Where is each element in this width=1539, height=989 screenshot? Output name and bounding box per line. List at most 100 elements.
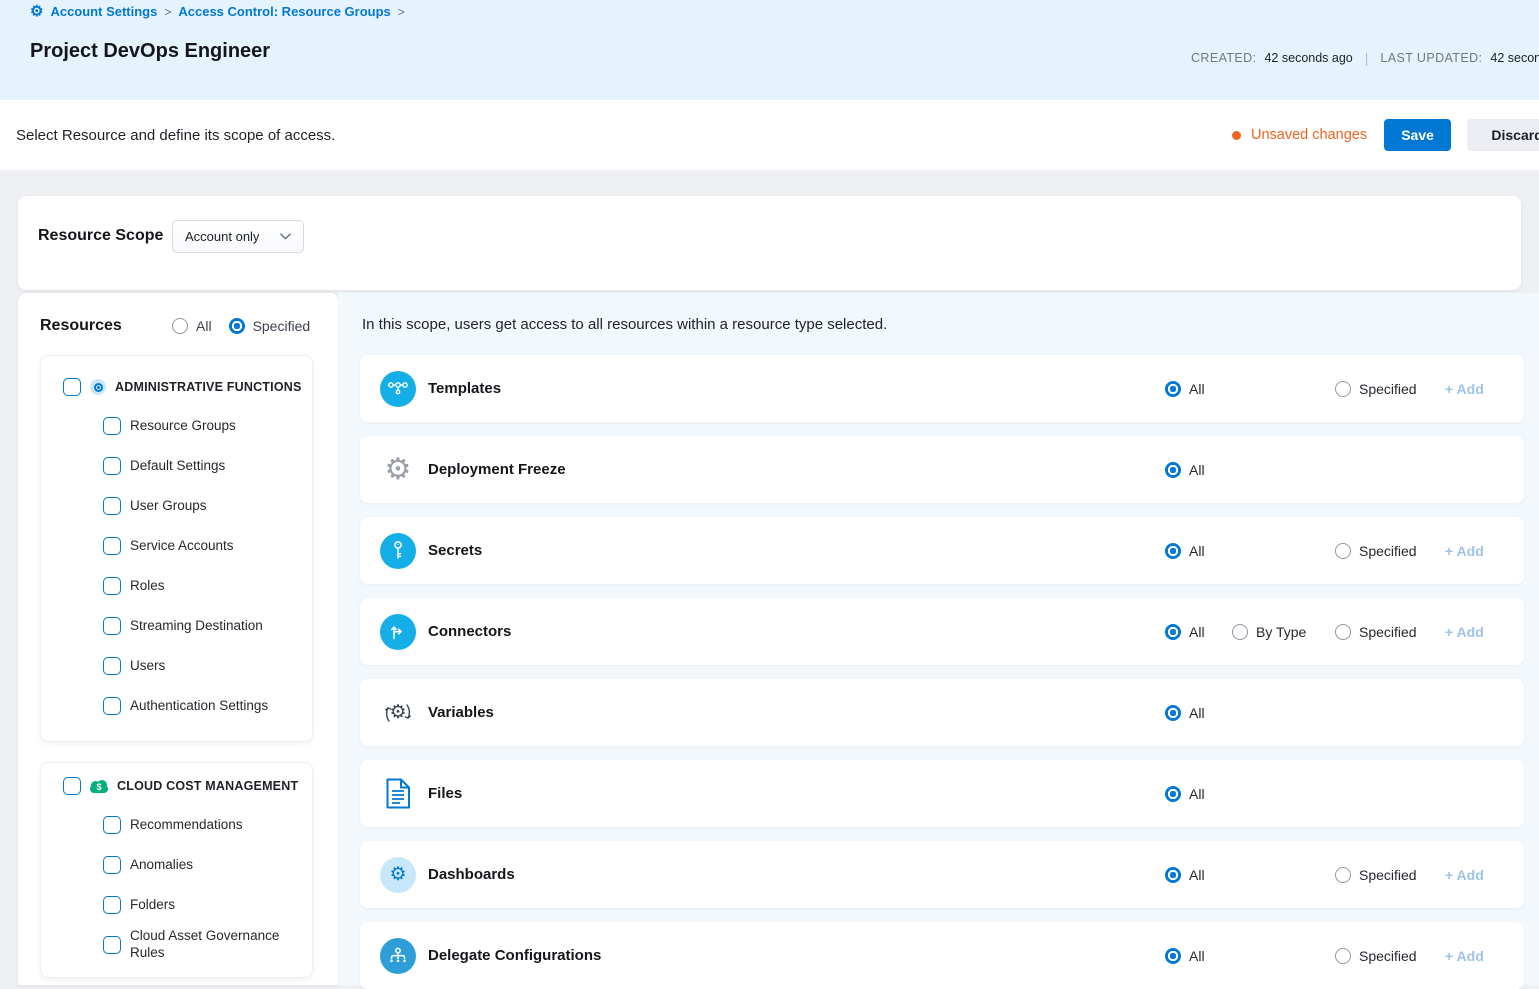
- item-checkbox[interactable]: [103, 856, 121, 874]
- resource-scope-label: Resource Scope: [38, 227, 163, 245]
- resources-sidebar: Resources All Specified ADMINISTRATIVE F…: [18, 293, 338, 985]
- group-name: CLOUD COST MANAGEMENT: [117, 779, 298, 793]
- item-checkbox[interactable]: [103, 457, 121, 475]
- sidebar-item-folders: Folders: [41, 885, 312, 925]
- item-label: Service Accounts: [130, 538, 302, 555]
- breadcrumb-account-settings[interactable]: Account Settings: [50, 4, 157, 19]
- breadcrumb-resource-groups[interactable]: Access Control: Resource Groups: [178, 4, 390, 19]
- toolbar-actions: Unsaved changes Save Discard: [1232, 119, 1539, 151]
- resource-row-secrets: Secrets All Specified + Add: [360, 517, 1524, 584]
- radio-circle-icon[interactable]: [1165, 624, 1181, 640]
- item-label: Folders: [130, 897, 302, 914]
- item-checkbox[interactable]: [103, 657, 121, 675]
- radio-circle-icon[interactable]: [1335, 624, 1351, 640]
- item-label: Authentication Settings: [130, 698, 302, 715]
- content-region: Resources All Specified ADMINISTRATIVE F…: [0, 293, 1539, 985]
- add-button[interactable]: + Add: [1445, 381, 1484, 397]
- radio-circle-icon[interactable]: [1335, 381, 1351, 397]
- add-button[interactable]: + Add: [1445, 543, 1484, 559]
- option-all[interactable]: All: [1165, 786, 1232, 802]
- resource-row-dashboards: ⚙ Dashboards All Specified + Add: [360, 841, 1524, 908]
- radio-circle-icon[interactable]: [1335, 543, 1351, 559]
- option-all[interactable]: All: [1165, 381, 1232, 397]
- files-icon: [380, 776, 416, 812]
- item-checkbox[interactable]: [103, 936, 121, 954]
- resource-types-panel: In this scope, users get access to all r…: [338, 293, 1539, 985]
- option-all[interactable]: All: [1165, 948, 1232, 964]
- sidebar-item-roles: Roles: [41, 566, 312, 606]
- item-checkbox[interactable]: [103, 417, 121, 435]
- toolbar-description: Select Resource and define its scope of …: [16, 127, 335, 144]
- item-checkbox[interactable]: [103, 896, 121, 914]
- option-by-type[interactable]: By Type: [1232, 624, 1335, 640]
- option-all-label: All: [1189, 381, 1205, 397]
- breadcrumb: ⚙ Account Settings > Access Control: Res…: [30, 4, 405, 19]
- admin-functions-icon: [90, 379, 106, 395]
- radio-circle-icon[interactable]: [1335, 867, 1351, 883]
- created-label: CREATED:: [1191, 51, 1256, 65]
- group-name: ADMINISTRATIVE FUNCTIONS: [115, 380, 302, 394]
- group-checkbox[interactable]: [63, 777, 81, 795]
- dashboards-icon: ⚙: [380, 857, 416, 893]
- radio-circle-icon[interactable]: [1165, 867, 1181, 883]
- action-toolbar: Select Resource and define its scope of …: [0, 100, 1539, 170]
- item-checkbox[interactable]: [103, 537, 121, 555]
- radio-circle-icon[interactable]: [1165, 786, 1181, 802]
- group-checkbox[interactable]: [63, 378, 81, 396]
- radio-circle-icon[interactable]: [1165, 543, 1181, 559]
- item-checkbox[interactable]: [103, 816, 121, 834]
- option-specified[interactable]: Specified: [1335, 543, 1445, 559]
- option-specified[interactable]: Specified: [1335, 948, 1445, 964]
- add-button[interactable]: + Add: [1445, 867, 1484, 883]
- option-specified[interactable]: Specified: [1335, 381, 1445, 397]
- radio-circle-icon[interactable]: [1165, 462, 1181, 478]
- option-by-type-label: By Type: [1256, 624, 1306, 640]
- item-checkbox[interactable]: [103, 617, 121, 635]
- meta-divider: |: [1361, 50, 1373, 66]
- resource-row-name: Variables: [428, 704, 494, 721]
- option-all[interactable]: All: [1165, 462, 1232, 478]
- option-all-label: All: [1189, 543, 1205, 559]
- item-checkbox[interactable]: [103, 697, 121, 715]
- group-header: $ CLOUD COST MANAGEMENT: [41, 767, 312, 805]
- option-all[interactable]: All: [1165, 867, 1232, 883]
- option-all-label: All: [1189, 786, 1205, 802]
- resource-scope-dropdown[interactable]: Account only: [172, 220, 304, 253]
- radio-circle-icon[interactable]: [1232, 624, 1248, 640]
- option-all-label: All: [1189, 705, 1205, 721]
- option-all[interactable]: All: [1165, 624, 1232, 640]
- resource-row-name: Secrets: [428, 542, 482, 559]
- radio-circle-icon[interactable]: [1165, 381, 1181, 397]
- resource-scope-value: Account only: [185, 229, 259, 244]
- last-updated-label: LAST UPDATED:: [1380, 51, 1482, 65]
- page-title: Project DevOps Engineer: [30, 40, 270, 63]
- add-button[interactable]: + Add: [1445, 624, 1484, 640]
- radio-circle-icon[interactable]: [1165, 948, 1181, 964]
- resource-row-connectors: Connectors All By Type Specified + Add: [360, 598, 1524, 665]
- option-all[interactable]: All: [1165, 705, 1232, 721]
- group-cloud-cost-management: $ CLOUD COST MANAGEMENT Recommendations …: [40, 762, 313, 978]
- resources-mode-radios: All Specified: [172, 318, 310, 334]
- discard-button[interactable]: Discard: [1467, 119, 1539, 151]
- item-checkbox[interactable]: [103, 497, 121, 515]
- item-label: Users: [130, 658, 302, 675]
- radio-circle-icon[interactable]: [172, 318, 188, 334]
- radio-circle-icon[interactable]: [1335, 948, 1351, 964]
- sidebar-item-user-groups: User Groups: [41, 486, 312, 526]
- radio-circle-icon[interactable]: [1165, 705, 1181, 721]
- save-button[interactable]: Save: [1384, 119, 1451, 151]
- option-specified[interactable]: Specified: [1335, 867, 1445, 883]
- cloud-cost-icon: $: [90, 780, 108, 793]
- option-specified[interactable]: Specified: [1335, 624, 1445, 640]
- radio-resources-specified[interactable]: Specified: [229, 318, 311, 334]
- add-button[interactable]: + Add: [1445, 948, 1484, 964]
- option-all[interactable]: All: [1165, 543, 1232, 559]
- resource-row-name: Dashboards: [428, 866, 515, 883]
- settings-gear-icon: ⚙: [30, 4, 43, 19]
- unsaved-changes-status: Unsaved changes: [1232, 127, 1367, 143]
- radio-circle-icon[interactable]: [229, 318, 245, 334]
- item-label: Default Settings: [130, 458, 302, 475]
- radio-resources-all[interactable]: All: [172, 318, 212, 334]
- item-checkbox[interactable]: [103, 577, 121, 595]
- item-label: Recommendations: [130, 817, 302, 834]
